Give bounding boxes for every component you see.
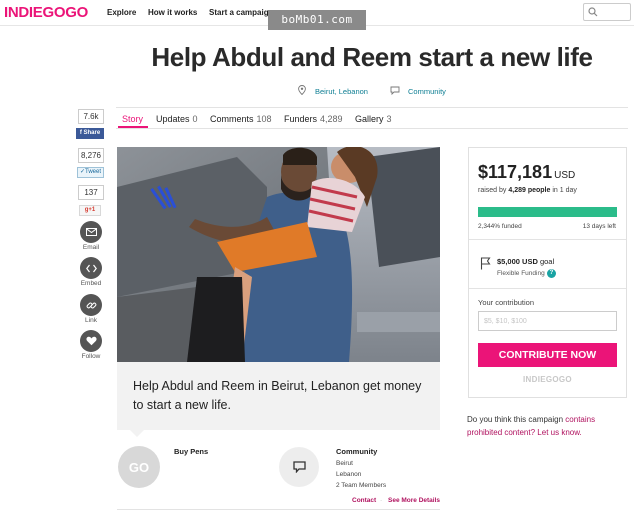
message-owner-button[interactable] xyxy=(279,447,319,487)
section-divider xyxy=(117,509,440,510)
tabs-bottom-border xyxy=(116,128,628,129)
link-label: Link xyxy=(85,317,97,324)
funding-panel: $117,181 USD raised by 4,289 people in 1 … xyxy=(468,147,627,398)
tweet-button[interactable]: ✓Tweet xyxy=(77,167,104,178)
panel-divider xyxy=(469,239,626,240)
contribute-now-button[interactable]: CONTRIBUTE NOW xyxy=(478,343,617,367)
code-brackets-icon xyxy=(85,264,97,272)
indiegogo-logo[interactable]: INDIEGOGO xyxy=(4,4,88,21)
link-separator: · xyxy=(380,497,383,504)
flag-icon xyxy=(480,257,491,270)
help-icon[interactable]: ? xyxy=(547,269,556,278)
owner-country: Lebanon xyxy=(336,471,362,478)
embed-button[interactable] xyxy=(80,257,102,279)
search-input[interactable] xyxy=(583,3,631,21)
email-label: Email xyxy=(82,244,100,251)
chat-bubble-icon xyxy=(292,461,306,473)
watermark-overlay: boMb01.com xyxy=(268,10,366,30)
campaign-photo xyxy=(117,147,440,362)
campaign-location[interactable]: Beirut, Lebanon xyxy=(315,87,368,96)
report-campaign-text: Do you think this campaign contains proh… xyxy=(467,415,596,437)
gplus-button[interactable]: g+1 xyxy=(79,205,101,216)
contribution-amount-input[interactable] xyxy=(478,311,617,331)
nav-how-it-works[interactable]: How it works xyxy=(148,8,197,17)
campaign-hero-image xyxy=(117,147,440,362)
search-icon xyxy=(588,7,598,17)
raised-by-text: raised by 4,289 people in 1 day xyxy=(478,187,577,194)
campaign-pitch-box: Help Abdul and Reem in Beirut, Lebanon g… xyxy=(117,362,440,430)
campaign-category[interactable]: Community xyxy=(408,87,446,96)
let-us-know-link[interactable]: Let us know. xyxy=(537,428,581,437)
tab-updates[interactable]: Updates 0 xyxy=(156,114,198,124)
funding-goal: $5,000 USD goal xyxy=(497,257,555,266)
embed-label: Embed xyxy=(80,280,102,287)
owner-avatar[interactable]: GO xyxy=(118,446,160,488)
funding-progress-fill xyxy=(478,207,617,217)
facebook-share-button[interactable]: f Share xyxy=(76,128,104,139)
owner-category: Community xyxy=(336,447,378,456)
see-more-details-link[interactable]: See More Details xyxy=(388,497,440,504)
location-pin-icon xyxy=(298,85,306,95)
chain-link-icon xyxy=(86,302,96,308)
tab-funders[interactable]: Funders 4,289 xyxy=(284,114,343,124)
owner-team: 2 Team Members xyxy=(336,482,387,489)
tab-story[interactable]: Story xyxy=(122,114,143,124)
tab-gallery[interactable]: Gallery 3 xyxy=(355,114,392,124)
campaign-pitch: Help Abdul and Reem in Beirut, Lebanon g… xyxy=(133,379,422,412)
nav-explore[interactable]: Explore xyxy=(107,8,136,17)
tweet-count: 8,276 xyxy=(78,148,104,163)
facebook-share-count: 7.6k xyxy=(78,109,104,124)
follow-button[interactable] xyxy=(80,330,102,352)
go-avatar-text: GO xyxy=(128,459,150,475)
percent-funded: 2,344% funded xyxy=(478,223,522,230)
tab-comments[interactable]: Comments 108 xyxy=(210,114,272,124)
heart-icon xyxy=(85,336,97,346)
funding-progress-bar xyxy=(478,207,617,217)
tabs-top-border xyxy=(116,107,628,108)
contribution-label: Your contribution xyxy=(478,298,535,307)
owner-city: Beirut xyxy=(336,460,353,467)
email-share-button[interactable] xyxy=(80,221,102,243)
follow-label: Follow xyxy=(81,353,101,360)
flexible-funding-label: Flexible Funding xyxy=(497,270,545,277)
community-chat-icon xyxy=(390,86,400,95)
link-button[interactable] xyxy=(80,294,102,316)
gplus-count: 137 xyxy=(78,185,104,200)
panel-divider xyxy=(469,288,626,289)
days-left: 13 days left xyxy=(582,223,616,230)
campaign-title: Help Abdul and Reem start a new life xyxy=(151,42,593,72)
nav-start-campaign[interactable]: Start a campaign xyxy=(209,8,273,17)
envelope-icon xyxy=(85,228,97,236)
pitch-pointer xyxy=(130,430,144,437)
indiegogo-badge: INDIEGOGO xyxy=(523,375,572,384)
amount-raised: $117,181 USD xyxy=(478,162,576,182)
contact-link[interactable]: Contact xyxy=(352,497,376,504)
owner-name[interactable]: Buy Pens xyxy=(174,447,208,456)
